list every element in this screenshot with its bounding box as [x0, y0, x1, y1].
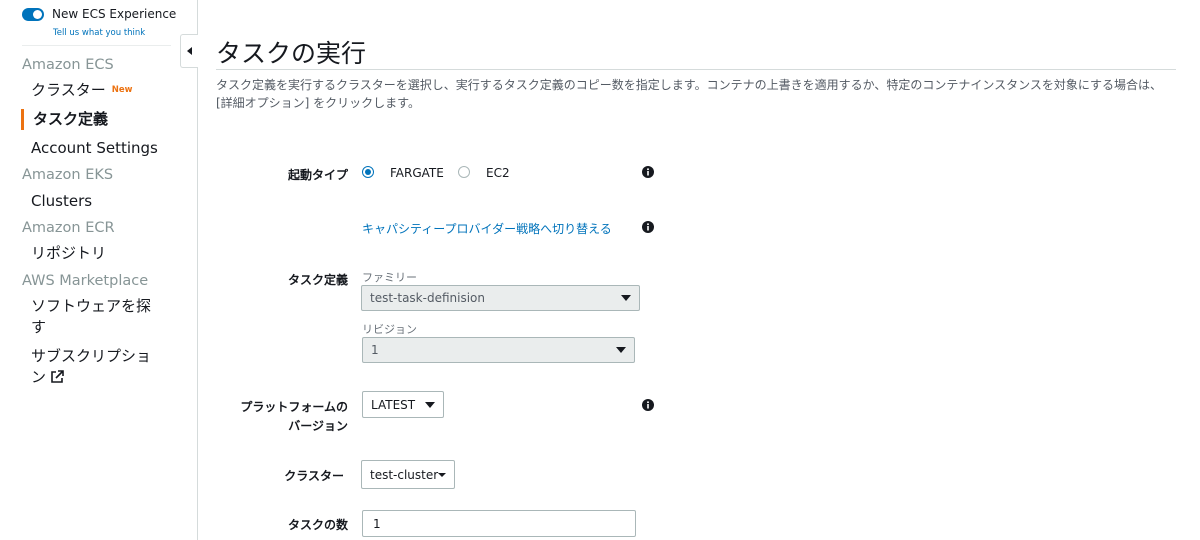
sidebar-divider [22, 45, 171, 46]
revision-select[interactable]: 1 [362, 337, 635, 363]
platform-version-label-line1: プラットフォームの [240, 400, 348, 414]
new-experience-toggle-row[interactable]: New ECS Experience [22, 7, 176, 21]
launch-type-label: 起動タイプ [287, 168, 348, 182]
sidebar-item-subscriptions[interactable]: サブスクリプショ ン [31, 346, 151, 390]
sidebar-item-account-settings[interactable]: Account Settings [31, 138, 158, 159]
caret-down-icon [425, 401, 435, 408]
feedback-link[interactable]: Tell us what you think [53, 28, 145, 38]
page-description: タスク定義を実行するクラスターを選択し、実行するタスク定義のコピー数を指定します… [216, 78, 1162, 110]
capacity-provider-link[interactable]: キャパシティープロバイダー戦略へ切り替える [362, 220, 612, 237]
sidebar-item-label-line1: ソフトウェアを探 [31, 297, 152, 315]
revision-value: 1 [371, 343, 379, 357]
page-title: タスクの実行 [216, 39, 367, 68]
sidebar-item-discover-software[interactable]: ソフトウェアを探 す [31, 296, 151, 338]
sidebar-collapse-button[interactable] [180, 34, 198, 68]
cluster-select[interactable]: test-cluster [361, 460, 455, 489]
platform-version-label-line2: バージョン [288, 419, 348, 433]
external-link-icon [50, 369, 64, 390]
toggle-label: New ECS Experience [52, 7, 177, 21]
caret-down-icon [621, 295, 631, 301]
sidebar-item-label-line2: ン [31, 368, 47, 386]
title-divider [216, 69, 1176, 70]
caret-down-icon [438, 472, 447, 477]
cluster-value: test-cluster [370, 467, 439, 482]
family-value: test-task-definision [370, 291, 485, 305]
section-aws-marketplace: AWS Marketplace [22, 273, 149, 289]
family-label: ファミリー [362, 271, 417, 284]
task-count-label: タスクの数 [287, 518, 348, 532]
caret-down-icon [616, 347, 626, 353]
sidebar-item-label-line1: サブスクリプショ [31, 347, 152, 365]
sidebar-item-task-definitions[interactable]: タスク定義 [33, 109, 108, 130]
toggle-knob [33, 9, 42, 19]
info-icon[interactable] [642, 399, 654, 411]
launch-type-ec2-radio[interactable] [458, 166, 470, 178]
info-icon[interactable] [642, 166, 654, 178]
sidebar-item-repositories[interactable]: リポジトリ [31, 243, 106, 264]
info-icon[interactable] [642, 221, 654, 233]
cluster-label: クラスター [284, 469, 344, 483]
section-amazon-ecr: Amazon ECR [22, 220, 115, 236]
section-amazon-ecs: Amazon ECS [22, 57, 114, 73]
platform-version-label: プラットフォームの バージョン [240, 398, 348, 436]
section-amazon-eks: Amazon EKS [22, 167, 114, 183]
chevron-left-icon [186, 47, 192, 55]
new-experience-toggle[interactable] [22, 7, 44, 21]
platform-version-value: LATEST [371, 397, 416, 412]
platform-version-select[interactable]: LATEST [362, 391, 444, 418]
task-definition-label: タスク定義 [287, 273, 348, 287]
launch-type-fargate-label[interactable]: FARGATE [390, 166, 444, 180]
launch-type-fargate-radio[interactable] [362, 166, 374, 178]
task-count-input[interactable] [362, 510, 636, 537]
sidebar: New ECS Experience Tell us what you thin… [0, 0, 198, 540]
sidebar-item-label: クラスター [31, 81, 106, 99]
new-badge: New [111, 85, 133, 95]
launch-type-ec2-label[interactable]: EC2 [486, 166, 510, 180]
revision-label: リビジョン [362, 323, 417, 336]
family-select[interactable]: test-task-definision [361, 285, 640, 311]
sidebar-item-clusters-jp[interactable]: クラスター New [31, 80, 132, 101]
sidebar-item-eks-clusters[interactable]: Clusters [31, 191, 92, 212]
sidebar-item-label-line2: す [31, 318, 47, 336]
active-indicator [21, 109, 24, 130]
